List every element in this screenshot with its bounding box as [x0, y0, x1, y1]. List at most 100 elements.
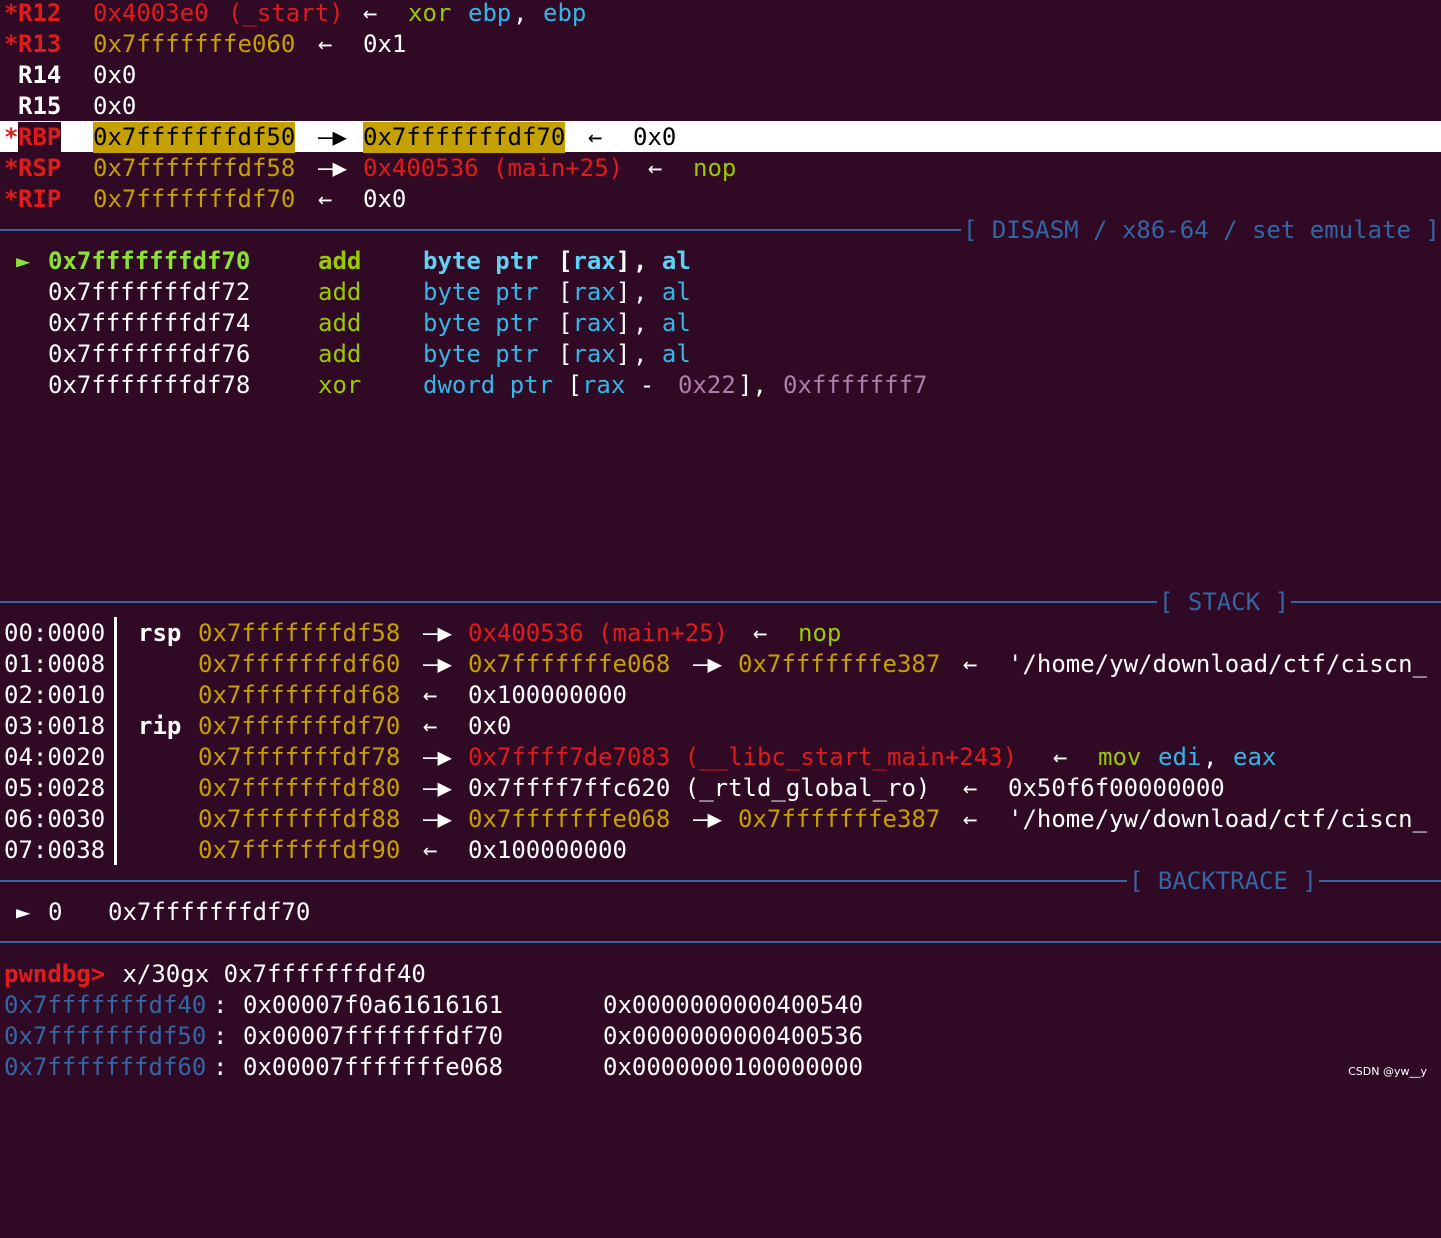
arrow-right-icon: —▶: [693, 650, 722, 678]
command-line[interactable]: pwndbg> x/30gx 0x7fffffffdf40: [0, 959, 426, 990]
stack-value: 0x50f6f00000000: [1008, 774, 1225, 802]
arrow-right-icon: —▶: [693, 805, 722, 833]
register-value: 0x4003e0: [93, 0, 209, 27]
stack-register-tag: rip: [138, 712, 182, 740]
arrow-right-icon: —▶: [423, 650, 452, 678]
current-instruction-arrow-icon: ►: [16, 247, 31, 275]
stack-index: 07:0038: [4, 836, 106, 864]
backtrace-section-header: [ BACKTRACE ]: [1127, 866, 1319, 897]
instruction-address: 0x7fffffffdf72: [48, 278, 251, 306]
instruction-mnemonic: mov: [1098, 743, 1142, 771]
instruction-address: 0x7fffffffdf74: [48, 309, 251, 337]
arrow-left-icon: ←: [1053, 743, 1068, 771]
stack-row: 05:0028 0x7fffffffdf80 —▶ 0x7ffff7ffc620…: [0, 773, 1225, 804]
frame-address: 0x7fffffffdf70: [108, 898, 311, 926]
current-frame-arrow-icon: ►: [16, 898, 31, 926]
stack-address: 0x7fffffffdf58: [198, 619, 401, 647]
instruction-operand: ebp: [468, 0, 512, 27]
arrow-left-icon: ←: [363, 0, 378, 27]
arrow-right-icon: —▶: [318, 123, 347, 151]
stack-value: 0x7ffff7ffc620 (_rtld_global_ro): [468, 774, 931, 802]
pointer-value: 0x0: [633, 123, 677, 151]
csdn-watermark: CSDN @yw__y: [1348, 1065, 1427, 1078]
memory-address: 0x7fffffffdf40: [4, 991, 207, 1019]
stack-row: 03:0018 rip 0x7fffffffdf70 ← 0x0: [0, 711, 511, 742]
memory-row: 0x7fffffffdf40 : 0x00007f0a61616161 0x00…: [0, 990, 863, 1021]
arrow-left-icon: ←: [318, 185, 333, 213]
memory-qword: 0x0000000000400540: [603, 991, 864, 1019]
stack-value: 0x0: [468, 712, 512, 740]
arrow-left-icon: ←: [318, 30, 333, 58]
register-modified-marker: *: [4, 154, 19, 182]
arrow-left-icon: ←: [753, 619, 768, 647]
instruction-operand: [rax]: [558, 340, 631, 368]
instruction-separator: ],: [738, 371, 782, 399]
instruction-mnemonic: add: [318, 247, 362, 275]
register-value: 0x0: [93, 61, 137, 89]
arrow-right-icon: —▶: [318, 154, 347, 182]
register-row-r13: * R13 0x7fffffffe060 ← 0x1: [0, 29, 406, 60]
instruction-mnemonic: add: [318, 340, 362, 368]
instruction-mnemonic: add: [318, 278, 362, 306]
stack-row: 02:0010 0x7fffffffdf68 ← 0x100000000: [0, 680, 627, 711]
stack-address: 0x7fffffffdf78: [198, 743, 401, 771]
backtrace-frame: ► 0 0x7fffffffdf70: [0, 897, 310, 928]
stack-row: 04:0020 0x7fffffffdf78 —▶ 0x7ffff7de7083…: [0, 742, 1276, 773]
register-name: R15: [18, 92, 62, 120]
disasm-line-current: ► 0x7fffffffdf70 add byte ptr [rax] , al: [0, 246, 691, 277]
stack-value: 0x7fffffffe387: [738, 650, 941, 678]
register-name: R13: [18, 30, 62, 58]
stack-value: 0x7ffff7de7083 (__libc_start_main+243): [468, 743, 1018, 771]
disasm-line: 0x7fffffffdf78 xor dword ptr [rax - 0x22…: [0, 370, 928, 401]
register-value: 0x7fffffffdf70: [93, 185, 296, 213]
register-row-r14: R14 0x0: [0, 60, 136, 91]
memory-address: 0x7fffffffdf50: [4, 1022, 207, 1050]
memory-row: 0x7fffffffdf60 : 0x00007fffffffe068 0x00…: [0, 1052, 863, 1083]
instruction-mnemonic: nop: [693, 154, 737, 182]
arrow-left-icon: ←: [588, 123, 603, 151]
memory-qword: 0x0000000000400536: [603, 1022, 864, 1050]
stack-index: 04:0020: [4, 743, 106, 771]
memory-qword: 0x00007fffffffdf70: [243, 1022, 504, 1050]
frame-number: 0: [48, 898, 63, 926]
memory-row: 0x7fffffffdf50 : 0x00007fffffffdf70 0x00…: [0, 1021, 863, 1052]
arrow-left-icon: ←: [963, 774, 978, 802]
instruction-operand: , al: [633, 278, 691, 306]
arrow-right-icon: —▶: [423, 743, 452, 771]
disasm-section-header: [ DISASM / x86-64 / set emulate ]: [961, 215, 1441, 246]
instruction-operand: dword ptr [rax -: [423, 371, 655, 399]
pointer-value: 0x1: [363, 30, 407, 58]
instruction-mnemonic: xor: [318, 371, 362, 399]
stack-row: 07:0038 0x7fffffffdf90 ← 0x100000000: [0, 835, 627, 866]
stack-address: 0x7fffffffdf80: [198, 774, 401, 802]
register-row-rbp: * RBP 0x7fffffffdf50 —▶ 0x7fffffffdf70 ←…: [0, 122, 676, 153]
stack-value: 0x7fffffffe068: [468, 805, 671, 833]
stack-address: 0x7fffffffdf70: [198, 712, 401, 740]
stack-index: 05:0028: [4, 774, 106, 802]
instruction-operand: byte ptr: [423, 278, 539, 306]
register-name: R12: [18, 0, 62, 27]
command-input[interactable]: x/30gx 0x7fffffffdf40: [108, 959, 425, 990]
register-value: 0x0: [93, 92, 137, 120]
stack-index: 03:0018: [4, 712, 106, 740]
arrow-left-icon: ←: [963, 650, 978, 678]
register-row-rip: * RIP 0x7fffffffdf70 ← 0x0: [0, 184, 406, 215]
stack-row: 01:0008 0x7fffffffdf60 —▶ 0x7fffffffe068…: [0, 649, 1427, 680]
instruction-operand: , al: [633, 247, 691, 275]
pwndbg-prompt: pwndbg>: [4, 960, 106, 988]
register-row-r15: R15 0x0: [0, 91, 136, 122]
register-name: RBP: [18, 122, 62, 153]
arrow-left-icon: ←: [423, 836, 438, 864]
register-row-rsp: * RSP 0x7fffffffdf58 —▶ 0x400536 (main+2…: [0, 153, 736, 184]
instruction-operand: byte ptr: [423, 309, 539, 337]
memory-address: 0x7fffffffdf60: [4, 1053, 207, 1081]
stack-address: 0x7fffffffdf68: [198, 681, 401, 709]
stack-address: 0x7fffffffdf90: [198, 836, 401, 864]
stack-value: 0x7fffffffe068: [468, 650, 671, 678]
stack-value: 0x400536 (main+25): [468, 619, 729, 647]
stack-index: 02:0010: [4, 681, 106, 709]
register-modified-marker: *: [4, 0, 19, 27]
register-modified-marker: *: [4, 123, 19, 151]
arrow-right-icon: —▶: [423, 774, 452, 802]
disasm-line: 0x7fffffffdf74 add byte ptr [rax] , al: [0, 308, 691, 339]
